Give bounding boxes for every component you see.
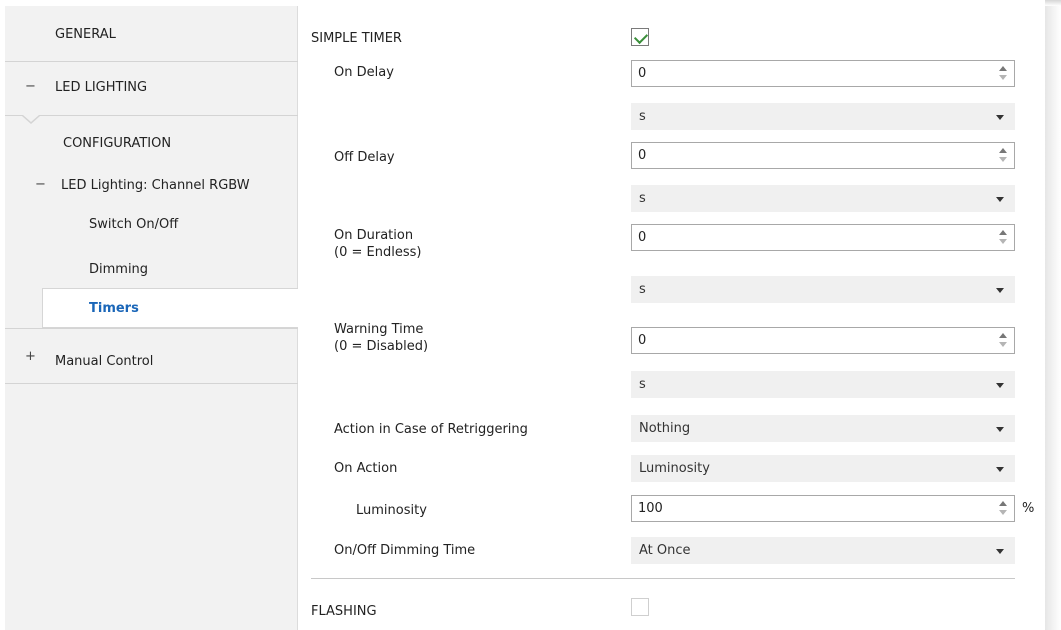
dimming-time-select[interactable]: At Once [631, 537, 1015, 564]
sidebar-item-label: Timers [89, 301, 139, 316]
sidebar-item-general[interactable]: GENERAL [5, 6, 298, 62]
on-action-select[interactable]: Luminosity [631, 455, 1015, 482]
collapse-icon[interactable]: − [35, 177, 46, 192]
dropdown-arrow-icon [996, 383, 1004, 388]
select-value: s [639, 377, 646, 392]
dimming-time-label: On/Off Dimming Time [334, 543, 476, 558]
luminosity-unit: % [1022, 501, 1035, 516]
off-delay-value[interactable] [638, 148, 968, 163]
sidebar-item-label: CONFIGURATION [63, 136, 172, 151]
warning-time-sublabel: (0 = Disabled) [334, 339, 429, 354]
select-value: Nothing [639, 421, 691, 436]
off-delay-unit-select[interactable]: s [631, 185, 1015, 212]
select-value: s [639, 282, 646, 297]
flashing-label: FLASHING [311, 604, 377, 619]
dropdown-arrow-icon [996, 197, 1004, 202]
sidebar-item-label: LED LIGHTING [55, 80, 148, 95]
on-duration-sublabel: (0 = Endless) [334, 245, 422, 260]
on-duration-unit-select[interactable]: s [631, 276, 1015, 303]
dropdown-arrow-icon [996, 115, 1004, 120]
on-delay-label: On Delay [334, 65, 394, 80]
window-side-shadow [1045, 6, 1061, 630]
expand-icon[interactable]: + [25, 349, 36, 364]
on-duration-value[interactable] [638, 230, 968, 245]
sidebar-item-dimming[interactable]: Dimming [5, 244, 298, 288]
luminosity-label: Luminosity [356, 503, 427, 518]
sidebar-item-switch-on-off[interactable]: Switch On/Off [5, 202, 298, 244]
sidebar-item-label: GENERAL [55, 27, 116, 42]
luminosity-input[interactable] [631, 495, 1015, 522]
sidebar-item-led-lighting[interactable]: − LED LIGHTING [5, 62, 298, 116]
off-delay-input[interactable] [631, 142, 1015, 169]
simple-timer-checkbox[interactable] [631, 28, 649, 46]
luminosity-value[interactable] [638, 501, 968, 516]
simple-timer-label: SIMPLE TIMER [311, 31, 402, 46]
on-duration-label: On Duration [334, 228, 414, 243]
warning-time-label: Warning Time [334, 322, 424, 337]
sidebar-item-channel-rgbw[interactable]: − LED Lighting: Channel RGBW [5, 160, 298, 202]
spinner-arrows-icon[interactable] [998, 331, 1008, 350]
select-value: s [639, 191, 646, 206]
retrigger-select[interactable]: Nothing [631, 415, 1015, 442]
warning-time-input[interactable] [631, 327, 1015, 354]
collapse-icon[interactable]: − [25, 79, 36, 94]
on-delay-input[interactable] [631, 60, 1015, 87]
dropdown-arrow-icon [996, 427, 1004, 432]
sidebar-item-configuration[interactable]: CONFIGURATION [5, 116, 298, 160]
warning-time-unit-select[interactable]: s [631, 371, 1015, 398]
select-value: At Once [639, 543, 691, 558]
sidebar-item-label: Dimming [89, 262, 149, 277]
on-duration-input[interactable] [631, 224, 1015, 251]
select-value: s [639, 109, 646, 124]
section-divider [311, 578, 1015, 579]
checkmark-icon [633, 29, 649, 45]
retrigger-label: Action in Case of Retriggering [334, 422, 528, 437]
dropdown-arrow-icon [996, 288, 1004, 293]
spinner-arrows-icon[interactable] [998, 228, 1008, 247]
spinner-arrows-icon[interactable] [998, 146, 1008, 165]
main-panel: SIMPLE TIMER On Delay s Off Delay s On D… [298, 6, 1045, 630]
flashing-checkbox[interactable] [631, 598, 649, 616]
on-delay-unit-select[interactable]: s [631, 103, 1015, 130]
sidebar-item-label: Manual Control [55, 354, 154, 369]
sidebar: GENERAL − LED LIGHTING CONFIGURATION − L… [5, 6, 303, 630]
dropdown-arrow-icon [996, 467, 1004, 472]
dropdown-arrow-icon [996, 549, 1004, 554]
spinner-arrows-icon[interactable] [998, 64, 1008, 83]
sidebar-item-label: LED Lighting: Channel RGBW [61, 178, 250, 193]
select-value: Luminosity [639, 461, 710, 476]
sidebar-item-manual-control[interactable]: + Manual Control [5, 329, 298, 384]
off-delay-label: Off Delay [334, 150, 395, 165]
sidebar-item-label: Switch On/Off [89, 217, 179, 232]
spinner-arrows-icon[interactable] [998, 499, 1008, 518]
on-action-label: On Action [334, 461, 398, 476]
on-delay-value[interactable] [638, 66, 968, 81]
sidebar-item-timers[interactable]: Timers [42, 288, 303, 328]
warning-time-value[interactable] [638, 333, 968, 348]
window: GENERAL − LED LIGHTING CONFIGURATION − L… [0, 0, 1045, 630]
